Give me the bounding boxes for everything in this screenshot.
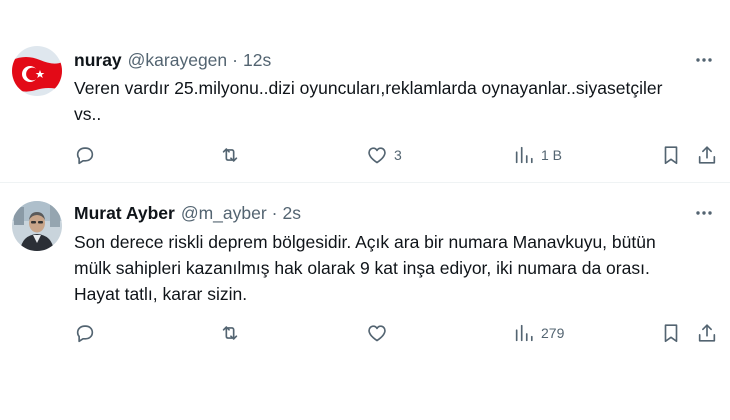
repost-button[interactable] xyxy=(219,143,241,167)
more-icon xyxy=(696,58,712,62)
tweet-text: Veren vardır 25.milyonu..dizi oyuncuları… xyxy=(74,75,722,127)
views-button[interactable]: 279 xyxy=(513,321,564,345)
avatar[interactable] xyxy=(12,201,62,251)
separator-dot: · xyxy=(271,202,278,223)
tweet-text-line: mülk sahipleri kazanılmış hak olarak 9 k… xyxy=(74,258,650,278)
reply-button[interactable] xyxy=(74,321,96,345)
views-icon xyxy=(515,324,533,342)
man-photo-avatar-image xyxy=(12,201,62,251)
heart-icon xyxy=(368,147,386,164)
author-name[interactable]: nuray xyxy=(74,50,122,71)
bookmark-icon xyxy=(664,324,678,343)
more-icon xyxy=(696,211,712,215)
tweet[interactable]: Murat Ayber @m_ayber · 2s Son derece ris… xyxy=(0,184,730,420)
views-icon xyxy=(515,146,533,164)
share-button[interactable] xyxy=(696,321,718,345)
tweet-text-line: Hayat tatlı, karar sizin. xyxy=(74,284,248,304)
tweet-text-line: vs.. xyxy=(74,104,102,124)
more-button[interactable] xyxy=(690,201,718,225)
turkish-flag-avatar-image xyxy=(12,46,62,96)
separator-dot: · xyxy=(232,49,238,70)
repost-icon xyxy=(222,326,238,340)
tweet[interactable]: nuray @karayegen · 12s Veren vardır 25.m… xyxy=(0,0,730,183)
author-name[interactable]: Murat Ayber xyxy=(74,203,175,224)
more-button[interactable] xyxy=(690,48,718,72)
author-handle[interactable]: @m_ayber xyxy=(181,203,267,224)
tweet-text-line: Veren vardır 25.milyonu..dizi oyuncuları… xyxy=(74,78,663,98)
like-count: 3 xyxy=(394,147,402,163)
bookmark-icon xyxy=(664,146,678,165)
views-count: 1 B xyxy=(541,147,563,163)
timestamp[interactable]: 2s xyxy=(283,203,301,224)
avatar[interactable] xyxy=(12,46,62,96)
like-button[interactable] xyxy=(366,321,388,345)
action-bar: 279 xyxy=(74,321,720,345)
bookmark-button[interactable] xyxy=(660,321,682,345)
tweet-text-line: Son derece riskli deprem bölgesidir. Açı… xyxy=(74,232,656,252)
share-icon xyxy=(698,324,716,342)
tweet-header: Murat Ayber @m_ayber · 2s xyxy=(74,201,301,225)
timestamp[interactable]: 12s xyxy=(243,50,271,71)
tweet-text: Son derece riskli deprem bölgesidir. Açı… xyxy=(74,229,722,307)
like-button[interactable]: 3 xyxy=(366,143,402,167)
action-bar: 3 1 B xyxy=(74,143,720,167)
reply-button[interactable] xyxy=(74,143,96,167)
tweet-header: nuray @karayegen · 12s xyxy=(74,48,271,72)
share-button[interactable] xyxy=(696,143,718,167)
repost-icon xyxy=(222,148,238,162)
views-button[interactable]: 1 B xyxy=(513,143,562,167)
heart-icon xyxy=(368,325,386,342)
views-count: 279 xyxy=(541,325,565,341)
share-icon xyxy=(698,146,716,164)
bookmark-button[interactable] xyxy=(660,143,682,167)
reply-icon xyxy=(76,325,94,343)
reply-icon xyxy=(76,147,94,165)
author-handle[interactable]: @karayegen xyxy=(128,50,228,71)
repost-button[interactable] xyxy=(219,321,241,345)
